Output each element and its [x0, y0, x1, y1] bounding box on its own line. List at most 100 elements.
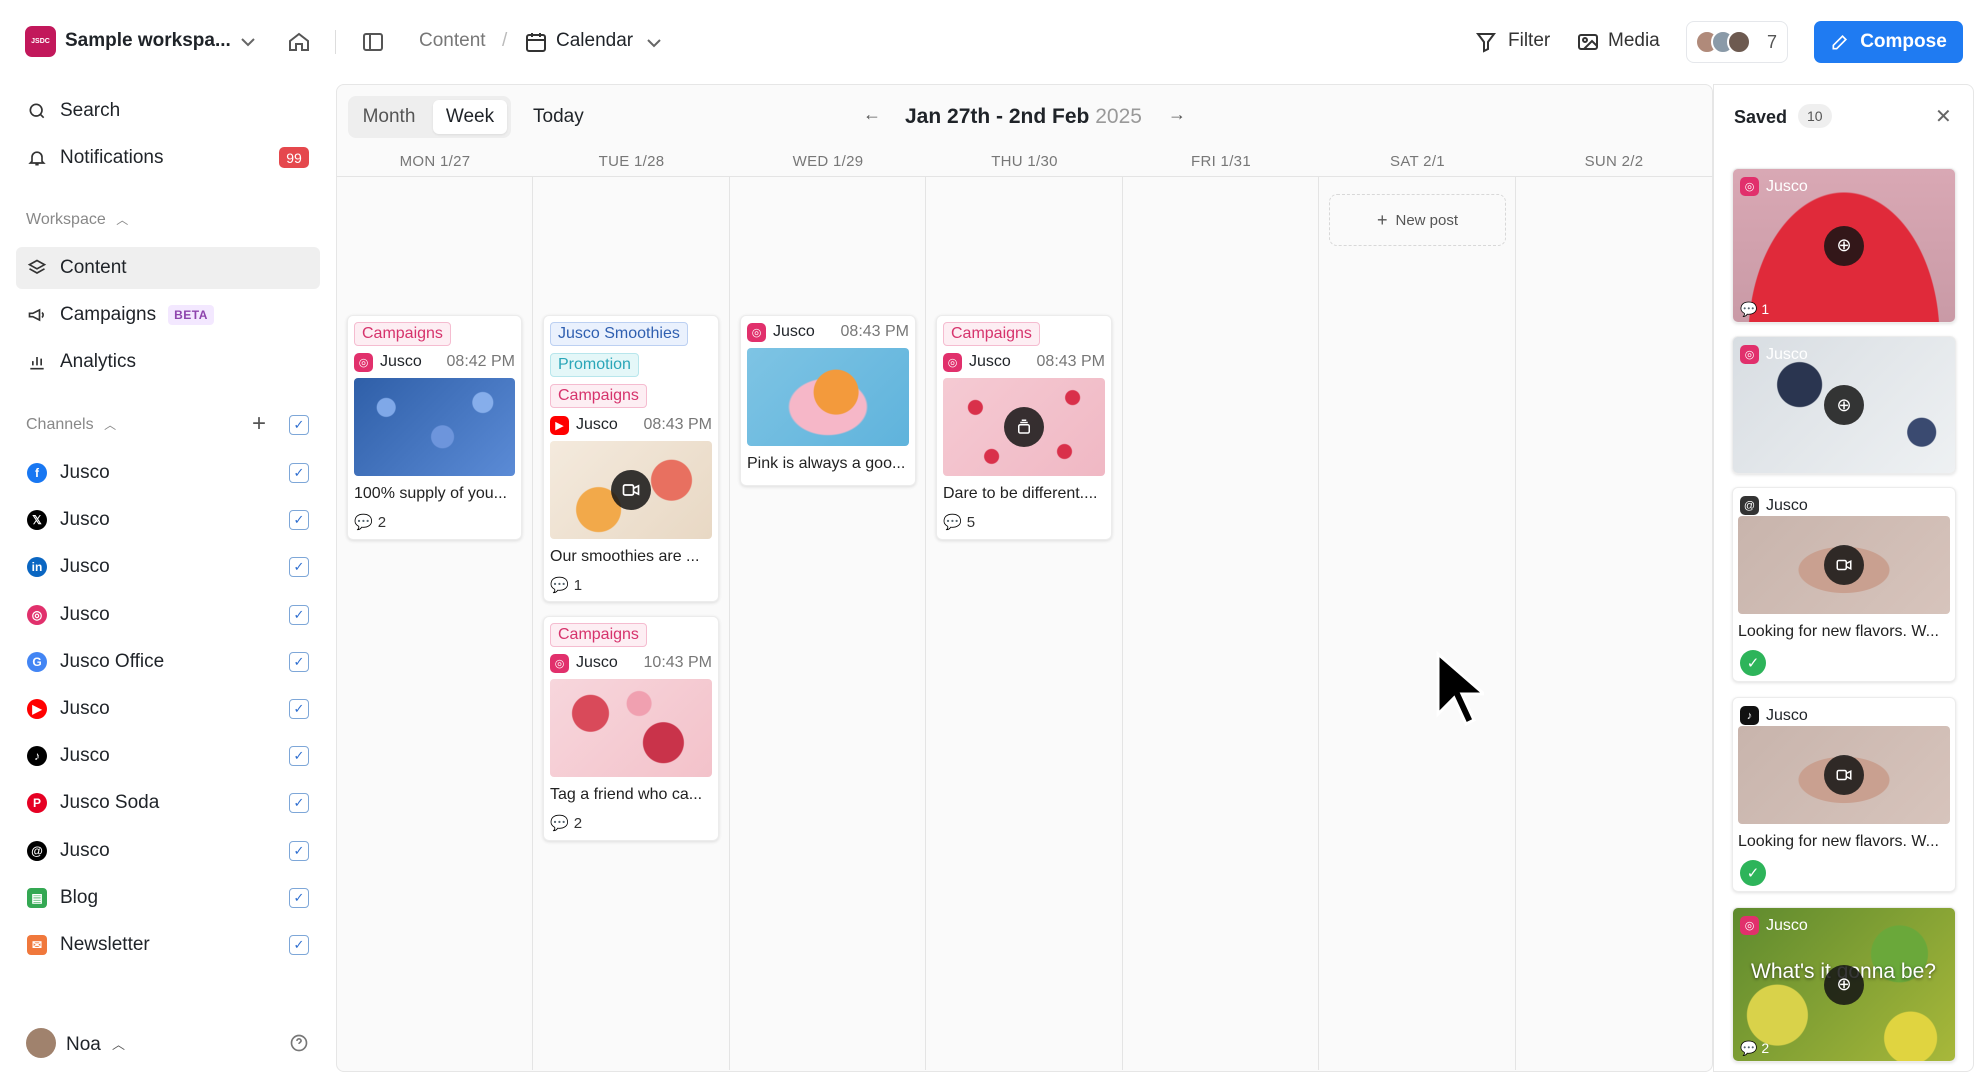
sidebar-toggle-icon[interactable]: [361, 30, 385, 54]
comment-count: 💬 2: [1740, 1040, 1770, 1056]
help-icon[interactable]: [289, 1033, 309, 1053]
instagram-icon: ◎: [1740, 345, 1759, 364]
channel-checkbox[interactable]: ✓: [289, 510, 309, 531]
chevron-down-icon[interactable]: [236, 30, 260, 54]
sidebar-item-analytics[interactable]: Analytics: [16, 341, 320, 383]
day-header: FRI 1/31: [1191, 153, 1251, 170]
channel-item-pinterest[interactable]: P Jusco Soda: [16, 782, 320, 824]
home-icon[interactable]: [287, 30, 311, 54]
instagram-icon: ◎: [1740, 916, 1759, 935]
media-button[interactable]: Media: [1608, 30, 1660, 52]
compose-label: Compose: [1860, 31, 1947, 52]
comment-count: 💬 2: [550, 814, 582, 833]
channel-item-linkedin[interactable]: in Jusco: [16, 546, 320, 588]
post-card-tue-1[interactable]: Jusco Smoothies Promotion Campaigns ▶ Ju…: [543, 315, 719, 602]
campaign-tag[interactable]: Campaigns: [550, 623, 647, 647]
channel-checkbox[interactable]: ✓: [289, 887, 309, 908]
arrow-left-icon[interactable]: ←: [863, 104, 881, 125]
drag-icon[interactable]: ⊕: [1824, 225, 1864, 266]
month-view-button[interactable]: Month: [352, 100, 426, 134]
post-meta: ◎ Jusco 10:43 PM: [550, 652, 712, 674]
channel-item-google[interactable]: G Jusco Office: [16, 641, 320, 683]
compose-button[interactable]: Compose: [1814, 21, 1963, 63]
campaign-tag[interactable]: Campaigns: [943, 322, 1040, 346]
channel-checkbox[interactable]: ✓: [289, 604, 309, 625]
channel-item-facebook[interactable]: f Jusco: [16, 452, 320, 494]
campaign-tag[interactable]: Jusco Smoothies: [550, 322, 688, 346]
sidebar-item-content[interactable]: Content: [16, 247, 320, 289]
post-card-tue-2[interactable]: Campaigns ◎ Jusco 10:43 PM Tag a friend …: [543, 616, 719, 841]
channel-item-tiktok[interactable]: ♪ Jusco: [16, 735, 320, 777]
post-time: 10:43 PM: [643, 654, 712, 671]
drag-icon[interactable]: ⊕: [1824, 964, 1864, 1005]
chevron-down-icon[interactable]: [642, 31, 666, 55]
post-caption: Tag a friend who ca...: [550, 786, 703, 803]
close-icon[interactable]: ✕: [1935, 104, 1952, 129]
channel-checkbox[interactable]: ✓: [289, 746, 309, 767]
channel-item-blog[interactable]: ▤ Blog: [16, 877, 320, 919]
saved-item[interactable]: ♪ Jusco Looking for new flavors. W... ✓: [1732, 697, 1956, 892]
blog-icon: ▤: [26, 887, 48, 909]
post-card-thu[interactable]: Campaigns ◎ Jusco 08:43 PM Dare to be di…: [936, 315, 1112, 540]
saved-item[interactable]: ◎ Jusco ⊕: [1732, 336, 1956, 474]
sidebar-notifications[interactable]: Notifications: [16, 137, 320, 179]
channel-name: Newsletter: [60, 934, 150, 955]
channel-item-newsletter[interactable]: ✉ Newsletter: [16, 924, 320, 966]
channel-item-youtube[interactable]: ▶ Jusco: [16, 688, 320, 730]
sidebar-item-campaigns[interactable]: Campaigns BETA: [16, 294, 320, 336]
user-avatar[interactable]: [26, 1028, 56, 1058]
sidebar-search[interactable]: Search: [16, 90, 320, 132]
search-icon: [26, 100, 48, 122]
channels-section-header[interactable]: Channels ︿: [26, 416, 116, 434]
channel-name: Jusco Office: [60, 650, 165, 672]
channel-checkbox[interactable]: ✓: [289, 935, 309, 955]
members-button[interactable]: 7: [1686, 21, 1788, 63]
new-post-button[interactable]: + New post: [1329, 194, 1506, 246]
post-card-wed[interactable]: ◎ Jusco 08:43 PM Pink is always a goo...: [740, 315, 916, 486]
channel-name: Jusco: [60, 603, 110, 625]
saved-item[interactable]: ◎ Jusco ⊕ 💬 1: [1732, 168, 1956, 323]
post-time: 08:43 PM: [643, 416, 712, 433]
channel-checkbox[interactable]: ✓: [289, 699, 309, 719]
drag-icon[interactable]: ⊕: [1824, 385, 1864, 425]
comment-number: 1: [573, 576, 583, 594]
post-card-mon[interactable]: Campaigns ◎ Jusco 08:42 PM 100% supply o…: [347, 315, 522, 540]
saved-count: 10: [1798, 104, 1832, 128]
user-name[interactable]: Noa: [66, 1034, 101, 1056]
week-view-button[interactable]: Week: [433, 100, 507, 134]
avatar: [1727, 30, 1751, 54]
add-channel-icon[interactable]: +: [252, 410, 266, 438]
channel-checkbox[interactable]: ✓: [289, 840, 309, 861]
today-button[interactable]: Today: [533, 106, 584, 128]
channel-checkbox[interactable]: ✓: [289, 557, 309, 578]
channel-name: Jusco: [60, 698, 110, 719]
channel-checkbox[interactable]: ✓: [289, 463, 309, 483]
channel-item-x[interactable]: 𝕏 Jusco: [16, 499, 320, 541]
post-thumbnail: [1738, 726, 1950, 824]
media-icon[interactable]: [1576, 30, 1600, 54]
campaign-tag[interactable]: Promotion: [550, 353, 639, 377]
channel-item-instagram[interactable]: ◎ Jusco: [16, 594, 320, 636]
workspace-name[interactable]: Sample workspa...: [65, 30, 231, 52]
workspace-section-header[interactable]: Workspace ︿: [26, 211, 128, 229]
channel-checkbox[interactable]: ✓: [289, 651, 309, 672]
breadcrumb-calendar[interactable]: Calendar: [556, 30, 633, 52]
channel-checkbox[interactable]: ✓: [289, 793, 309, 814]
workspace-logo[interactable]: JSDC: [25, 26, 56, 57]
saved-item[interactable]: ◎ Jusco What's it gonna be? ⊕ 💬 2: [1732, 907, 1956, 1062]
comment-count: 💬 1: [1740, 301, 1770, 317]
channel-item-threads[interactable]: @ Jusco: [16, 830, 320, 872]
campaign-tag[interactable]: Campaigns: [550, 384, 647, 408]
date-range-year: 2025: [1095, 105, 1142, 128]
filter-icon[interactable]: [1474, 30, 1498, 54]
instagram-icon: ◎: [1740, 177, 1759, 196]
chevron-up-icon[interactable]: ︿: [112, 1034, 125, 1053]
content-label: Content: [60, 257, 127, 278]
saved-item[interactable]: @ Jusco Looking for new flavors. W... ✓: [1732, 487, 1956, 682]
campaign-tag[interactable]: Campaigns: [354, 322, 451, 346]
select-all-checkbox[interactable]: ✓: [289, 415, 309, 435]
filter-button[interactable]: Filter: [1508, 30, 1550, 52]
breadcrumb-content[interactable]: Content: [419, 30, 486, 52]
notifications-badge: 99: [279, 147, 309, 168]
arrow-right-icon[interactable]: →: [1168, 104, 1186, 125]
